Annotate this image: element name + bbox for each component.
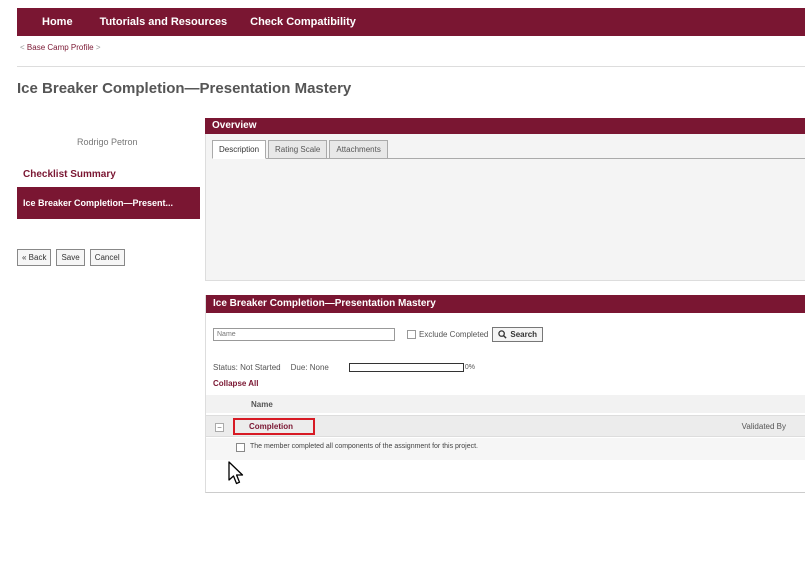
nav-tutorials-and-resources[interactable]: Tutorials and Resources bbox=[100, 16, 228, 28]
item-description: The member completed all components of t… bbox=[250, 443, 478, 450]
column-header: Name bbox=[206, 395, 805, 413]
breadcrumb-link[interactable]: Base Camp Profile bbox=[27, 43, 94, 52]
list-item: The member completed all components of t… bbox=[206, 438, 805, 460]
save-button[interactable]: Save bbox=[56, 249, 85, 266]
mouse-pointer-icon bbox=[228, 461, 244, 485]
search-button[interactable]: Search bbox=[492, 327, 544, 342]
page-title: Ice Breaker Completion—Presentation Mast… bbox=[17, 80, 352, 97]
user-name: Rodrigo Petron bbox=[77, 137, 138, 147]
status-text: Status: Not Started bbox=[213, 363, 281, 372]
overview-tabs: Description Rating Scale Attachments bbox=[212, 140, 390, 159]
action-buttons: « Back Save Cancel bbox=[17, 249, 125, 266]
item-checkbox[interactable] bbox=[236, 443, 245, 452]
nav-home[interactable]: Home bbox=[42, 16, 73, 28]
cancel-button[interactable]: Cancel bbox=[89, 249, 125, 266]
tab-attachments[interactable]: Attachments bbox=[329, 140, 388, 159]
top-bar: Home Tutorials and Resources Check Compa… bbox=[0, 0, 805, 40]
breadcrumb-separator: > bbox=[95, 43, 101, 52]
validated-by-label: Validated By bbox=[741, 422, 786, 431]
overview-panel: Overview Description Rating Scale Attach… bbox=[205, 118, 805, 281]
collapse-icon[interactable]: − bbox=[215, 423, 224, 432]
search-input[interactable] bbox=[213, 328, 395, 341]
overview-header: Overview bbox=[205, 118, 805, 134]
nav-check-compatibility[interactable]: Check Compatibility bbox=[250, 16, 356, 28]
exclude-completed-checkbox[interactable] bbox=[407, 330, 416, 339]
column-name-header: Name bbox=[251, 400, 273, 409]
breadcrumb: < Base Camp Profile > bbox=[20, 43, 101, 52]
progress-bar bbox=[348, 363, 464, 372]
status-row: Status: Not Started Due: None 0% bbox=[213, 363, 485, 372]
table-row: − Completion Validated By bbox=[206, 415, 805, 437]
sidebar-item-ice-breaker[interactable]: Ice Breaker Completion—Present... bbox=[17, 187, 200, 219]
progress-percent: 0% bbox=[464, 364, 475, 371]
breadcrumb-prefix: < bbox=[20, 43, 25, 52]
search-row: Exclude Completed Search bbox=[213, 327, 544, 342]
collapse-all-link[interactable]: Collapse All bbox=[213, 379, 259, 388]
completion-item[interactable]: Completion bbox=[233, 418, 315, 435]
back-button[interactable]: « Back bbox=[17, 249, 52, 266]
divider bbox=[17, 66, 805, 67]
exclude-completed-label: Exclude Completed bbox=[419, 330, 489, 339]
overview-body: Description Rating Scale Attachments bbox=[205, 134, 805, 281]
tab-description[interactable]: Description bbox=[212, 140, 267, 159]
detail-header: Ice Breaker Completion—Presentation Mast… bbox=[206, 295, 805, 313]
due-text: Due: None bbox=[290, 363, 329, 372]
detail-panel: Ice Breaker Completion—Presentation Mast… bbox=[205, 295, 805, 493]
search-button-label: Search bbox=[510, 330, 538, 339]
search-icon bbox=[498, 330, 507, 339]
tab-rating-scale[interactable]: Rating Scale bbox=[268, 140, 328, 159]
sidebar-item-checklist-summary[interactable]: Checklist Summary bbox=[17, 164, 200, 186]
top-nav: Home Tutorials and Resources Check Compa… bbox=[17, 8, 805, 36]
